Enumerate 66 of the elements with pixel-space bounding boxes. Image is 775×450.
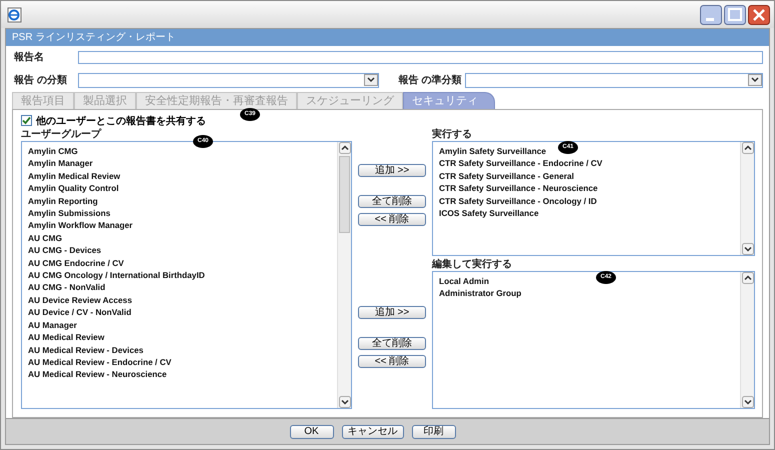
minimize-icon[interactable] <box>700 4 722 24</box>
list-item[interactable]: CTR Safety Surveillance - General <box>439 170 574 182</box>
dropdown[interactable] <box>78 72 378 88</box>
list-box[interactable] <box>432 141 755 256</box>
dialog-button[interactable]: OK <box>290 424 334 438</box>
transfer-button[interactable]: << 削除 <box>358 213 426 226</box>
list-item[interactable]: Amylin Manager <box>28 157 93 170</box>
list-item[interactable]: Amylin Quality Control <box>28 182 119 195</box>
transfer-button[interactable]: 追加 >> <box>358 164 426 177</box>
scroll-down-icon[interactable] <box>338 396 350 408</box>
scroll-thumb[interactable] <box>339 156 350 233</box>
list-item[interactable]: AU Medical Review - Neuroscience <box>28 368 167 381</box>
list-item[interactable]: CTR Safety Surveillance - Oncology / ID <box>439 194 597 208</box>
list-item[interactable]: AU CMG - NonValid <box>28 281 106 294</box>
list-item[interactable]: Amylin Workflow Manager <box>28 219 133 232</box>
list-label: ユーザーグループ <box>21 129 101 141</box>
list-item[interactable]: AU Medical Review <box>28 331 104 344</box>
field-label: 報告名 <box>14 50 45 64</box>
list-item[interactable]: Amylin Safety Surveillance <box>439 145 546 158</box>
transfer-button[interactable]: 追加 >> <box>358 306 426 319</box>
transfer-button[interactable]: 全て削除 <box>358 337 426 350</box>
list-item[interactable]: AU Medical Review - Endocrine / CV <box>28 356 172 368</box>
scrollbar[interactable] <box>337 142 351 408</box>
scrollbar[interactable] <box>740 142 754 255</box>
list-item[interactable]: AU Manager <box>28 318 77 332</box>
scroll-up-icon[interactable] <box>742 272 754 284</box>
list-item[interactable]: Administrator Group <box>439 287 522 300</box>
checkbox[interactable] <box>21 115 32 126</box>
browser-icon <box>7 6 23 22</box>
list-item[interactable]: Amylin Medical Review <box>28 170 120 182</box>
dropdown[interactable] <box>465 72 763 88</box>
list-item[interactable]: Amylin CMG <box>28 145 78 158</box>
field-label: 報告 の分類 <box>14 74 68 87</box>
maximize-icon[interactable] <box>724 4 746 24</box>
dialog-header: PSR ラインリスティング・レポート <box>6 29 769 46</box>
transfer-button[interactable]: 全て削除 <box>358 195 426 208</box>
list-item[interactable]: AU Medical Review - Devices <box>28 344 144 356</box>
dialog-button[interactable]: キャンセル <box>342 424 404 438</box>
dialog-button[interactable]: 印刷 <box>412 424 456 438</box>
checkbox-label: 他のユーザーとこの報告書を共有する <box>36 114 206 128</box>
close-icon[interactable] <box>748 4 770 24</box>
text-field[interactable] <box>78 50 763 64</box>
list-label: 実行する <box>432 129 472 141</box>
list-item[interactable]: CTR Safety Surveillance - Endocrine / CV <box>439 157 602 170</box>
list-item[interactable]: AU CMG <box>28 232 62 244</box>
list-item[interactable]: AU CMG Endocrine / CV <box>28 256 124 270</box>
scroll-down-icon[interactable] <box>742 243 754 255</box>
list-item[interactable]: AU Device / CV - NonValid <box>28 306 132 319</box>
list-item[interactable]: Local Admin <box>439 275 489 288</box>
list-item[interactable]: AU CMG Oncology / International BirthdayID <box>28 269 205 282</box>
dropdown-caret-icon <box>364 74 378 86</box>
scroll-up-icon[interactable] <box>338 142 350 154</box>
list-item[interactable]: ICOS Safety Surveillance <box>439 207 539 220</box>
list-box[interactable] <box>21 141 352 409</box>
dropdown-caret-icon <box>748 74 762 86</box>
list-item[interactable]: CTR Safety Surveillance - Neuroscience <box>439 182 598 195</box>
scroll-down-icon[interactable] <box>742 396 754 408</box>
list-item[interactable]: Amylin Reporting <box>28 194 98 208</box>
list-item[interactable]: Amylin Submissions <box>28 207 110 220</box>
transfer-button[interactable]: << 削除 <box>358 355 426 368</box>
scroll-up-icon[interactable] <box>742 142 754 154</box>
field-label: 報告 の準分類 <box>398 74 462 87</box>
scrollbar[interactable] <box>740 272 754 408</box>
list-item[interactable]: AU CMG - Devices <box>28 244 102 257</box>
list-item[interactable]: AU Device Review Access <box>28 294 132 306</box>
list-label: 編集して実行する <box>432 259 512 271</box>
